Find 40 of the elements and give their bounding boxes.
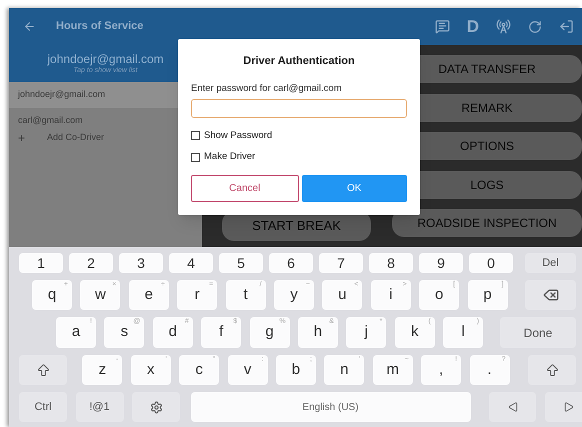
logout-icon[interactable] xyxy=(559,19,574,34)
keyboard-key[interactable]: 7 xyxy=(319,253,363,273)
backspace-key[interactable] xyxy=(525,280,576,310)
keyboard-key[interactable]: 8 xyxy=(369,253,413,273)
right-arrow-icon xyxy=(564,402,574,412)
current-account-email: johndoejr@gmail.com xyxy=(47,52,164,66)
settings-key[interactable] xyxy=(132,392,180,422)
keyboard-key[interactable]: 4 xyxy=(169,253,213,273)
symbols-key[interactable]: !@1 xyxy=(76,392,124,422)
checkbox-label: Make Driver xyxy=(204,150,256,164)
right-arrow-key[interactable] xyxy=(544,392,582,422)
left-arrow-icon xyxy=(508,402,518,412)
ctrl-key[interactable]: Ctrl xyxy=(19,392,67,422)
message-icon[interactable] xyxy=(434,19,450,34)
shift-icon xyxy=(36,362,50,378)
keyboard-key[interactable]: 3 xyxy=(119,253,163,273)
keyboard-key[interactable]: 6 xyxy=(269,253,313,273)
back-icon[interactable] xyxy=(23,20,36,33)
keyboard-key[interactable]: 0 xyxy=(469,253,513,273)
space-key[interactable]: English (US) xyxy=(190,392,470,422)
backspace-icon xyxy=(542,287,558,303)
cancel-button[interactable]: Cancel xyxy=(191,175,298,202)
delete-key[interactable]: Del xyxy=(525,253,576,273)
checkbox-label: Show Password xyxy=(204,128,272,143)
password-field[interactable] xyxy=(191,98,407,118)
shift-icon xyxy=(544,362,560,378)
settings-icon xyxy=(150,400,162,414)
keyboard-key[interactable]: 2 xyxy=(69,253,113,273)
keyboard-key[interactable]: 1 xyxy=(19,253,63,273)
app-title: Hours of Service xyxy=(56,19,144,34)
dialog-title: Driver Authentication xyxy=(242,54,356,69)
keyboard-key[interactable]: 5 xyxy=(219,253,263,273)
done-key[interactable]: Done xyxy=(500,317,576,348)
refresh-icon[interactable] xyxy=(528,20,542,34)
checkbox[interactable] xyxy=(191,131,200,140)
shift-key[interactable] xyxy=(19,355,67,385)
keyboard-key[interactable]: 9 xyxy=(419,253,463,273)
shift-key[interactable] xyxy=(528,355,576,385)
antenna-icon[interactable] xyxy=(496,19,511,34)
checkbox[interactable] xyxy=(191,152,200,162)
